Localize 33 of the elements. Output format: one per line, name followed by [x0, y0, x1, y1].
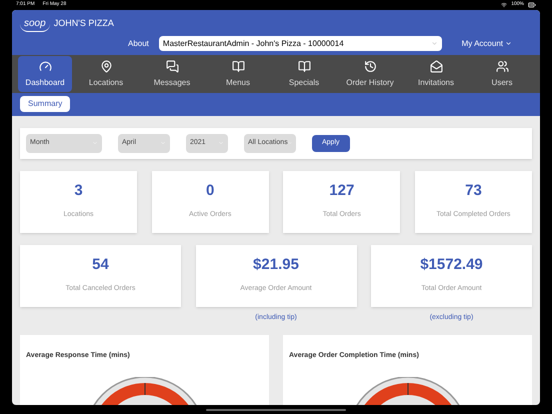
stat-value: 3	[74, 182, 83, 198]
caret-icon	[430, 40, 438, 47]
caret-icon	[505, 40, 512, 47]
stat-value: 127	[329, 182, 354, 198]
envelope-icon	[430, 60, 442, 73]
nav-tab[interactable]: Messages	[140, 56, 204, 92]
my-account-menu[interactable]: My Account	[462, 38, 512, 50]
logo: soop	[20, 16, 50, 32]
stat-value: $21.95	[253, 256, 299, 272]
stat-value: 0	[206, 182, 214, 198]
battery-icon	[528, 1, 536, 9]
subnav-tab[interactable]: Summary	[20, 96, 70, 112]
map-pin-icon	[100, 60, 112, 73]
wifi-icon	[501, 2, 508, 8]
stat-value: 54	[92, 256, 109, 272]
people-icon	[496, 60, 508, 73]
open-book-icon	[232, 60, 244, 73]
gauge-icon	[38, 60, 52, 73]
stat-value: 73	[465, 182, 482, 198]
history-clock-icon	[364, 60, 376, 73]
nav-tab[interactable]: Order History	[338, 56, 402, 92]
nav-tab[interactable]: Specials	[272, 56, 336, 92]
nav-tab[interactable]: Dashboard	[18, 56, 72, 92]
nav-tab[interactable]: Locations	[74, 56, 138, 92]
nav-tab[interactable]: Users	[470, 56, 534, 92]
restaurant-name: JOHN'S PIZZA	[54, 17, 114, 30]
chat-bubbles-icon	[166, 60, 178, 73]
account-select[interactable]: MasterRestaurantAdmin - John's Pizza - 10000014	[158, 36, 442, 51]
about-link[interactable]: About	[128, 38, 149, 50]
nav-tab[interactable]: Invitations	[404, 56, 468, 92]
stat-value: $1572.49	[420, 256, 483, 272]
nav-tab[interactable]: Menus	[206, 56, 270, 92]
open-book-icon	[298, 60, 310, 73]
